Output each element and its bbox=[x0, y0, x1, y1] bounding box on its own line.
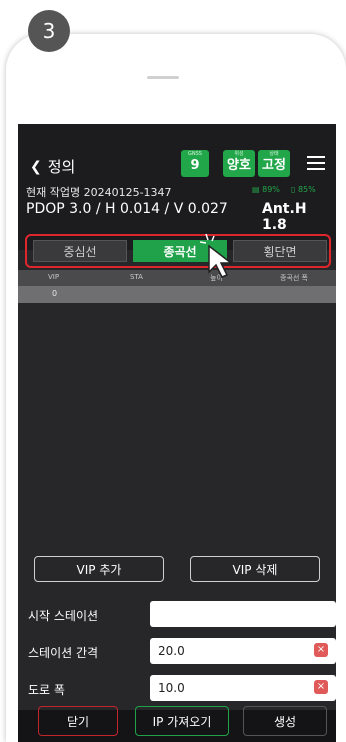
app-screen: ❮ 정의 GNSS 9 위성 양호 상태 고정 현재 작업명 20240125-… bbox=[18, 124, 336, 742]
interval-input[interactable]: 20.0 × bbox=[150, 638, 336, 664]
gnss-badge-title: GNSS bbox=[188, 151, 202, 157]
tab-centerline[interactable]: 중심선 bbox=[33, 240, 127, 262]
column-curve-width: 종곡선 폭 bbox=[280, 274, 308, 282]
tab-cross-section[interactable]: 횡단면 bbox=[233, 240, 327, 262]
table-header: VIP STA 높이 종곡선 폭 bbox=[18, 270, 336, 286]
chevron-left-icon: ❮ bbox=[30, 158, 42, 175]
hamburger-menu-icon[interactable] bbox=[307, 156, 325, 170]
create-button[interactable]: 생성 bbox=[243, 706, 327, 736]
interval-label: 스테이션 간격 bbox=[28, 646, 99, 660]
vip-add-button[interactable]: VIP 추가 bbox=[34, 556, 164, 582]
status-badge-value: 고정 bbox=[262, 158, 286, 173]
device-battery: ▯ 85% bbox=[291, 185, 316, 194]
satellite-badge: 위성 양호 bbox=[223, 150, 255, 177]
cursor-icon bbox=[200, 233, 234, 278]
clear-icon[interactable]: × bbox=[314, 680, 328, 694]
column-sta: STA bbox=[130, 273, 143, 281]
antenna-height: Ant.H 1.8 bbox=[262, 201, 307, 233]
satellite-badge-value: 양호 bbox=[227, 158, 251, 173]
clear-icon[interactable]: × bbox=[314, 643, 328, 657]
back-label: 정의 bbox=[47, 158, 76, 176]
phone-speaker bbox=[147, 76, 179, 79]
status-badge: 상태 고정 bbox=[258, 150, 290, 177]
gnss-badge-value: 9 bbox=[190, 158, 200, 173]
phone-battery: ▤ 89% bbox=[252, 185, 280, 194]
step-badge: 3 bbox=[28, 10, 70, 52]
page: 3 ❮ 정의 GNSS 9 위성 양호 상태 고정 현재 작업명 2024012… bbox=[0, 0, 346, 742]
dop-readout: PDOP 3.0 / H 0.014 / V 0.027 bbox=[26, 201, 228, 217]
table-row[interactable]: 0 bbox=[18, 286, 336, 303]
tab-bar: 중심선 종곡선 횡단면 bbox=[25, 234, 331, 268]
job-name: 현재 작업명 20240125-1347 bbox=[26, 186, 172, 199]
phone-battery-value: 89% bbox=[262, 185, 280, 194]
gnss-badge: GNSS 9 bbox=[181, 150, 209, 177]
satellite-badge-title: 위성 bbox=[234, 151, 244, 157]
road-width-input[interactable]: 10.0 × bbox=[150, 675, 336, 701]
app-header: ❮ 정의 GNSS 9 위성 양호 상태 고정 현재 작업명 20240125-… bbox=[18, 124, 336, 250]
start-station-label: 시작 스테이션 bbox=[28, 609, 99, 623]
road-width-value: 10.0 bbox=[158, 681, 185, 695]
start-station-input[interactable] bbox=[150, 601, 336, 627]
import-ip-button[interactable]: IP 가져오기 bbox=[135, 706, 229, 736]
row-vip: 0 bbox=[52, 289, 58, 298]
interval-value: 20.0 bbox=[158, 644, 185, 658]
road-width-label: 도로 폭 bbox=[28, 683, 65, 697]
device-battery-value: 85% bbox=[297, 185, 316, 194]
phone-frame: ❮ 정의 GNSS 9 위성 양호 상태 고정 현재 작업명 20240125-… bbox=[6, 34, 346, 742]
close-button[interactable]: 닫기 bbox=[38, 706, 118, 736]
column-vip: VIP bbox=[48, 273, 60, 281]
vip-delete-button[interactable]: VIP 삭제 bbox=[190, 556, 320, 582]
status-badge-title: 상태 bbox=[269, 151, 279, 157]
back-button[interactable]: ❮ 정의 bbox=[30, 156, 75, 177]
